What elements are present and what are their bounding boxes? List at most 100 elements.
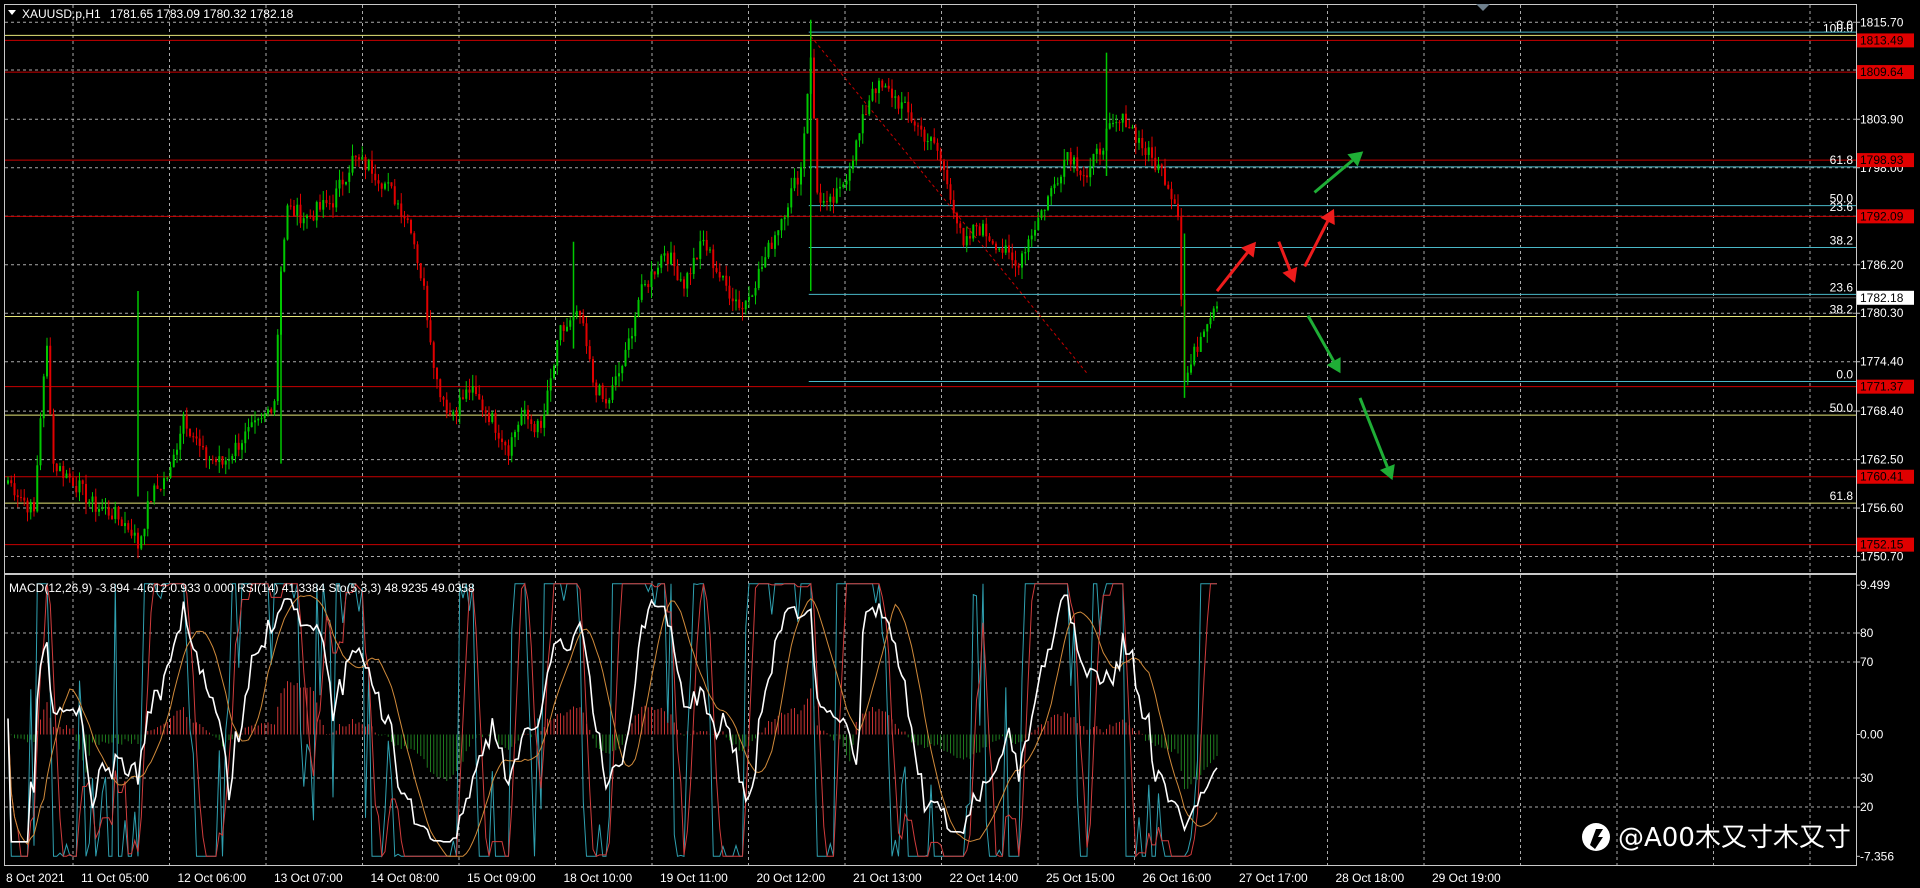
candle-body <box>627 338 630 350</box>
candle-body <box>198 438 201 446</box>
candle-body <box>445 399 448 414</box>
candle-body <box>1011 252 1014 261</box>
time-axis-label: 28 Oct 18:00 <box>1336 871 1405 885</box>
candle-body <box>1099 148 1101 155</box>
candle-body <box>640 284 643 300</box>
candle-body <box>1144 148 1147 155</box>
candle-body <box>585 323 588 347</box>
candle-body <box>943 161 945 170</box>
candle-body <box>1164 168 1166 185</box>
candle-body <box>390 182 393 187</box>
candle-body <box>842 184 845 187</box>
candle-body <box>709 249 711 251</box>
candle-body <box>1089 166 1092 178</box>
time-axis-label: 20 Oct 12:00 <box>757 871 826 885</box>
candle-body <box>403 216 406 219</box>
time-axis-label: 18 Oct 10:00 <box>564 871 633 885</box>
candle-body <box>107 507 110 516</box>
candle-body <box>189 428 191 437</box>
candle-body <box>588 346 591 360</box>
candle-body <box>1024 252 1027 254</box>
candle-body <box>874 88 877 94</box>
candle-body <box>1173 199 1176 204</box>
candle-body <box>351 155 354 173</box>
time-axis-label: 21 Oct 13:00 <box>853 871 922 885</box>
candle-body <box>59 466 61 472</box>
price-axis-label: 1815.70 <box>1860 15 1904 29</box>
candle-body <box>556 340 559 366</box>
candle-body <box>839 186 841 189</box>
candle-body <box>358 157 360 160</box>
candle-body <box>29 502 32 513</box>
candle-body <box>696 257 698 259</box>
candle-body <box>887 85 890 89</box>
candle-body <box>718 271 721 278</box>
candle-body <box>601 385 604 399</box>
candle-body <box>114 506 117 519</box>
candle-body <box>647 284 650 288</box>
candle-body <box>195 436 198 439</box>
candle-body <box>761 267 763 269</box>
candle-body <box>816 118 819 193</box>
candle-body <box>192 436 195 438</box>
candle-body <box>354 155 357 158</box>
candle-body <box>124 523 126 527</box>
candle-body <box>865 114 867 116</box>
candle-body <box>559 325 562 341</box>
candle-body <box>988 236 991 241</box>
candle-body <box>878 80 880 94</box>
candle-body <box>442 397 445 400</box>
candle-body <box>852 160 854 169</box>
level-price-label: 1798.93 <box>1860 153 1904 167</box>
ind-axis-label: -7.356 <box>1860 849 1894 863</box>
candle-body <box>1112 123 1114 125</box>
candle-body <box>946 169 949 185</box>
candle-body <box>553 365 555 379</box>
candle-body <box>546 390 549 415</box>
ind-axis-label: 70 <box>1860 655 1874 669</box>
candle-body <box>436 367 438 380</box>
candle-body <box>410 220 412 234</box>
candle-body <box>676 266 679 281</box>
candle-body <box>1193 346 1196 365</box>
candle-body <box>855 140 858 161</box>
candle-body <box>150 501 152 503</box>
candle-body <box>423 278 425 286</box>
time-axis-label: 15 Oct 09:00 <box>467 871 536 885</box>
candle-body <box>228 459 230 461</box>
candle-body <box>397 203 399 205</box>
candle-body <box>848 168 851 181</box>
candle-body <box>504 441 507 446</box>
candle-body <box>1076 157 1079 171</box>
candle-body <box>913 121 916 126</box>
candle-body <box>621 366 624 374</box>
candle-body <box>829 196 832 202</box>
candle-body <box>283 239 286 272</box>
candle-body <box>1014 260 1017 266</box>
trading-chart[interactable]: 100.038.250.061.80.023.638.250.061.80.02… <box>0 0 1920 888</box>
candle-body <box>91 496 94 502</box>
candle-body <box>488 412 490 423</box>
candle-body <box>267 409 269 414</box>
candle-body <box>127 523 130 530</box>
candle-body <box>735 299 737 302</box>
candle-body <box>939 150 942 162</box>
ind-axis-label: 80 <box>1860 626 1874 640</box>
candle-body <box>930 137 932 141</box>
chart-header-ohlc: XAUUSD.p,H1 1781.65 1783.09 1780.32 1782.… <box>22 7 294 21</box>
candle-body <box>894 96 897 98</box>
candle-body <box>692 257 695 274</box>
candle-body <box>426 285 429 321</box>
candle-body <box>826 201 828 203</box>
ind-axis-label: 9.499 <box>1860 578 1890 592</box>
candle-body <box>777 230 780 236</box>
candle-body <box>1121 113 1124 123</box>
candle-body <box>1108 123 1111 129</box>
candle-body <box>211 459 214 461</box>
candle-body <box>270 409 273 413</box>
candle-body <box>68 473 71 478</box>
candle-body <box>858 133 861 141</box>
price-axis-label: 1803.90 <box>1860 112 1904 126</box>
candle-body <box>1151 147 1153 158</box>
candle-body <box>595 382 598 396</box>
